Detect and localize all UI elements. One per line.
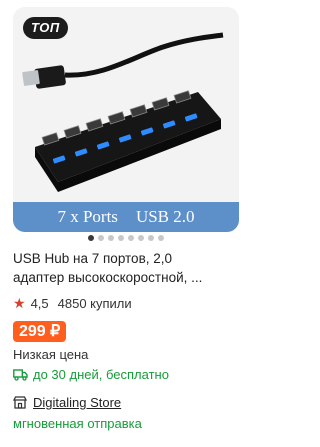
star-icon: ★ — [13, 295, 26, 311]
product-banner: 7 x Ports USB 2.0 — [13, 202, 239, 232]
product-title-line: адаптер высокоскоростной, ... — [13, 270, 203, 285]
rating-row: ★ 4,5 4850 купили — [13, 294, 132, 312]
carousel-dot[interactable] — [147, 235, 154, 241]
product-title-line: USB Hub на 7 портов, 2,0 — [13, 251, 173, 266]
carousel-dot[interactable] — [87, 235, 94, 241]
delivery-text: до 30 дней, бесплатно — [33, 367, 169, 382]
top-badge: ТОП — [23, 17, 68, 39]
banner-usb-text: USB 2.0 — [135, 207, 195, 226]
carousel-dot[interactable] — [127, 235, 134, 241]
banner-ports-text: 7 x Ports — [57, 207, 118, 226]
price-note: Низкая цена — [13, 347, 89, 362]
rating-value: 4,5 — [30, 295, 49, 311]
product-title[interactable]: USB Hub на 7 портов, 2,0 адаптер высокос… — [13, 249, 241, 287]
store-icon — [13, 396, 27, 409]
store-name[interactable]: Digitaling Store — [33, 395, 121, 410]
product-card[interactable]: ТОП 7 x Ports USB 2.0 USB Hub на 7 порто… — [0, 0, 251, 447]
product-image[interactable]: ТОП 7 x Ports USB 2.0 — [13, 7, 239, 232]
sold-count: 4850 купили — [57, 295, 132, 311]
carousel-dot[interactable] — [107, 235, 114, 241]
usb-hub-photo — [22, 32, 224, 192]
carousel-dot[interactable] — [157, 235, 164, 241]
truck-icon — [13, 368, 28, 381]
carousel-dot[interactable] — [97, 235, 104, 241]
store-link[interactable]: Digitaling Store — [13, 395, 121, 410]
delivery-info: до 30 дней, бесплатно — [13, 367, 169, 382]
carousel-dots — [0, 233, 251, 243]
price-badge: 299 ₽ — [13, 321, 67, 342]
carousel-dot[interactable] — [137, 235, 144, 241]
carousel-dot[interactable] — [117, 235, 124, 241]
dispatch-info: мгновенная отправка — [13, 416, 142, 431]
